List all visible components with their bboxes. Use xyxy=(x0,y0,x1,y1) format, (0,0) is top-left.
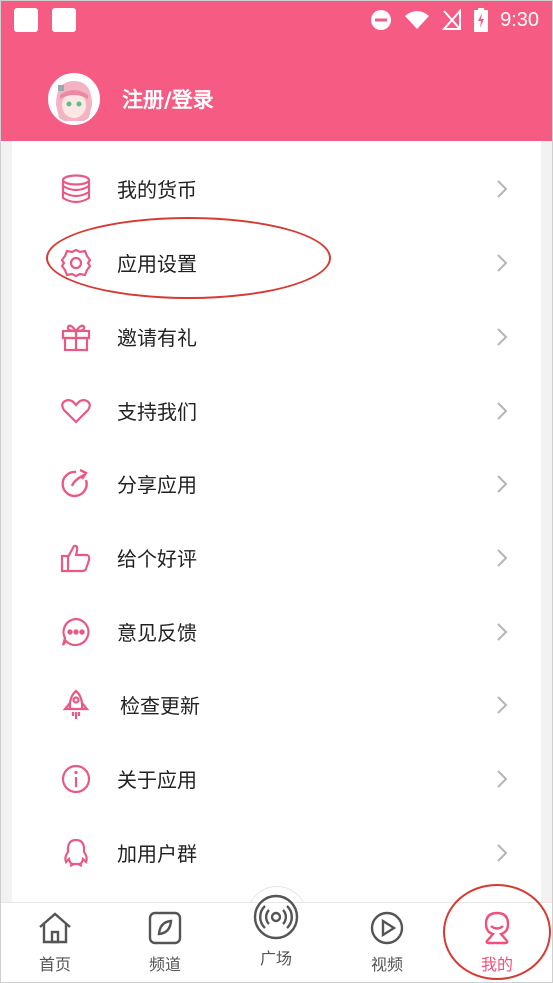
menu-item-app-settings[interactable]: 应用设置 xyxy=(12,226,541,299)
wifi-icon xyxy=(405,11,430,29)
tab-label: 首页 xyxy=(38,955,71,974)
menu-item-rate[interactable]: 给个好评 xyxy=(12,521,541,594)
chevron-right-icon xyxy=(497,474,508,493)
status-bar: 9:30 xyxy=(0,0,553,40)
menu-item-label: 意见反馈 xyxy=(117,621,197,645)
chevron-right-icon xyxy=(497,769,508,788)
info-icon xyxy=(59,762,93,796)
chevron-right-icon xyxy=(497,695,508,714)
chevron-right-icon xyxy=(497,253,508,272)
chevron-right-icon xyxy=(497,548,508,567)
menu-item-label: 支持我们 xyxy=(117,400,197,424)
rocket-icon xyxy=(59,688,93,722)
chevron-right-icon xyxy=(497,401,508,420)
menu-item-feedback[interactable]: 意见反馈 xyxy=(12,595,541,668)
tab-home[interactable]: 首页 xyxy=(0,903,110,983)
chevron-right-icon xyxy=(497,622,508,641)
tab-square[interactable]: 广场 xyxy=(221,894,331,983)
header-bar: 9:30 注册/登录 xyxy=(0,0,553,141)
menu-item-check-update[interactable]: 检查更新 xyxy=(12,668,541,741)
home-icon xyxy=(36,909,74,947)
tab-label: 视频 xyxy=(370,955,403,974)
menu-item-label: 检查更新 xyxy=(120,694,200,718)
menu-item-invite[interactable]: 邀请有礼 xyxy=(12,300,541,373)
gift-icon xyxy=(59,320,93,354)
menu-item-support[interactable]: 支持我们 xyxy=(12,374,541,447)
gear-icon xyxy=(59,246,93,280)
tab-label: 我的 xyxy=(480,955,513,974)
tab-channel[interactable]: 频道 xyxy=(110,903,220,983)
tab-label: 广场 xyxy=(259,949,292,968)
menu-item-label: 应用设置 xyxy=(117,252,197,276)
channel-icon xyxy=(146,909,184,947)
tab-video[interactable]: 视频 xyxy=(332,903,442,983)
thumbs-up-icon xyxy=(59,541,93,575)
tab-label: 频道 xyxy=(148,955,181,974)
menu-item-label: 分享应用 xyxy=(117,473,197,497)
play-icon xyxy=(368,909,406,947)
avatar[interactable] xyxy=(48,73,100,125)
chevron-right-icon xyxy=(497,179,508,198)
menu-item-label: 加用户群 xyxy=(117,842,197,866)
qq-icon xyxy=(59,836,93,870)
do-not-disturb-icon xyxy=(371,10,392,30)
share-icon xyxy=(59,467,93,501)
chevron-right-icon xyxy=(497,327,508,346)
menu-item-about[interactable]: 关于应用 xyxy=(12,742,541,815)
no-signal-icon xyxy=(442,9,462,30)
notification-icon xyxy=(52,8,76,32)
menu-item-join-group[interactable]: 加用户群 xyxy=(12,816,541,889)
menu-item-share[interactable]: 分享应用 xyxy=(12,447,541,520)
notification-icon xyxy=(14,8,38,32)
battery-charging-icon xyxy=(474,8,489,32)
menu-item-label: 邀请有礼 xyxy=(117,326,197,350)
profile-icon xyxy=(478,909,516,947)
coins-icon xyxy=(59,172,93,206)
menu-item-currency[interactable]: 我的货币 xyxy=(12,152,541,225)
menu-item-label: 关于应用 xyxy=(117,768,197,792)
menu-item-label: 我的货币 xyxy=(117,178,197,202)
broadcast-icon xyxy=(252,893,300,941)
chat-icon xyxy=(59,615,93,649)
profile-login[interactable]: 注册/登录 xyxy=(48,72,214,126)
status-time: 9:30 xyxy=(500,8,539,31)
tab-mine[interactable]: 我的 xyxy=(442,903,552,983)
heart-icon xyxy=(59,394,93,428)
chevron-right-icon xyxy=(497,843,508,862)
settings-menu: 我的货币 应用设置 邀请有礼 支持我们 分享应用 给个好评 意见反馈 检查更新 … xyxy=(12,141,541,902)
menu-item-label: 给个好评 xyxy=(117,547,197,571)
bottom-nav: 首页 频道 广场 视频 我的 xyxy=(0,894,553,983)
login-link[interactable]: 注册/登录 xyxy=(122,84,214,114)
